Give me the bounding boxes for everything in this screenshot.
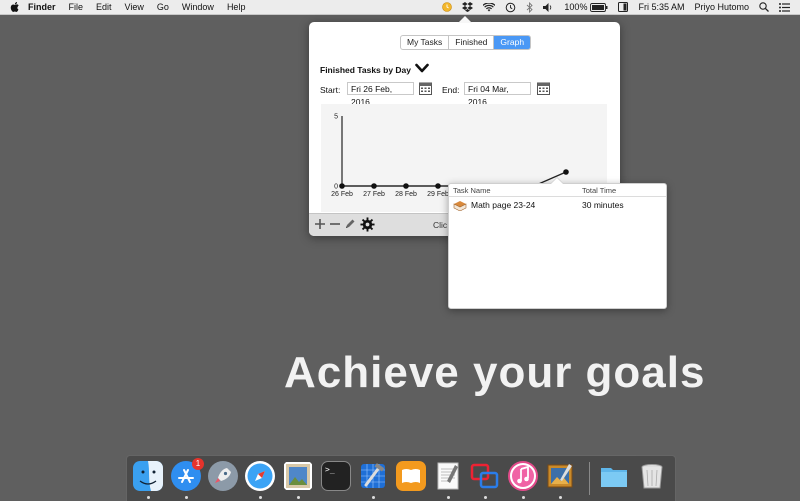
bluetooth-icon[interactable] xyxy=(526,1,534,13)
remove-task-icon[interactable] xyxy=(329,218,341,230)
task-timer-status-icon[interactable] xyxy=(442,2,453,12)
dock-running-dot xyxy=(522,496,525,499)
dropbox-icon[interactable] xyxy=(462,2,474,12)
edit-pencil-icon[interactable] xyxy=(344,218,356,230)
data-point xyxy=(371,183,377,189)
menu-app-name[interactable]: Finder xyxy=(28,2,56,12)
itunes-icon[interactable] xyxy=(508,461,538,491)
x-tick-label: 27 Feb xyxy=(363,191,385,198)
menu-user-name[interactable]: Priyo Hutomo xyxy=(694,2,749,12)
start-date-label: Start: xyxy=(320,85,341,95)
menu-clock[interactable]: Fri 5:35 AM xyxy=(638,2,684,12)
dock-running-dot xyxy=(372,496,375,499)
battery-percent: 100% xyxy=(564,2,588,12)
end-date-label: End: xyxy=(442,85,460,95)
textedit-icon[interactable] xyxy=(433,461,463,491)
ibooks-icon[interactable] xyxy=(396,461,426,491)
dock-separator xyxy=(589,462,590,495)
x-tick-label: 28 Feb xyxy=(395,191,417,198)
y-tick-label: 5 xyxy=(334,114,338,121)
app-store-badge: 1 xyxy=(192,458,204,470)
time-machine-icon[interactable] xyxy=(505,2,516,13)
dock-running-dot xyxy=(559,496,562,499)
book-task-icon xyxy=(453,201,467,211)
settings-gear-icon[interactable] xyxy=(360,217,375,232)
data-point xyxy=(339,183,345,189)
apple-menu-icon[interactable] xyxy=(10,2,20,12)
popover-arrow xyxy=(458,16,472,23)
folder-icon[interactable] xyxy=(599,461,629,491)
x-tick-label: 26 Feb xyxy=(331,191,353,198)
menu-bar: Finder File Edit View Go Window Help 100… xyxy=(0,0,800,15)
remote-desktop-icon[interactable] xyxy=(470,461,500,491)
y-tick-label: 0 xyxy=(334,184,338,191)
dock-running-dot xyxy=(259,496,262,499)
finder-icon[interactable] xyxy=(133,461,163,491)
dock-running-dot xyxy=(447,496,450,499)
chevron-down-icon[interactable] xyxy=(415,62,429,74)
menu-edit[interactable]: Edit xyxy=(96,2,112,12)
dock-running-dot xyxy=(185,496,188,499)
start-date-field[interactable]: Fri 26 Feb, 2016 xyxy=(347,82,414,107)
tab-my-tasks[interactable]: My Tasks xyxy=(401,36,450,49)
notification-center-icon[interactable] xyxy=(779,2,790,12)
chart-type-title[interactable]: Finished Tasks by Day xyxy=(320,65,411,75)
end-calendar-icon[interactable] xyxy=(537,82,550,95)
terminal-prompt: >_ xyxy=(325,465,335,474)
day-detail-tooltip: Task Name Total Time Math page 23-24 30 … xyxy=(448,177,667,309)
tab-graph[interactable]: Graph xyxy=(494,36,531,49)
data-point xyxy=(563,169,569,175)
art-app-icon[interactable] xyxy=(545,461,575,491)
table-row[interactable]: Math page 23-24 30 minutes xyxy=(449,198,666,212)
column-task-name: Task Name xyxy=(453,186,491,195)
menu-window[interactable]: Window xyxy=(182,2,214,12)
dock: 1 >_ xyxy=(126,455,676,501)
start-calendar-icon[interactable] xyxy=(419,82,432,95)
dock-running-dot xyxy=(484,496,487,499)
view-segmented-control: My Tasks Finished Graph xyxy=(400,35,532,50)
column-total-time: Total Time xyxy=(582,186,617,195)
trash-icon[interactable] xyxy=(637,461,667,491)
menu-go[interactable]: Go xyxy=(157,2,169,12)
launchpad-rocket-icon[interactable] xyxy=(208,461,238,491)
total-time-cell: 30 minutes xyxy=(582,200,624,210)
menu-view[interactable]: View xyxy=(125,2,144,12)
end-date-field[interactable]: Fri 04 Mar, 2016 xyxy=(464,82,531,107)
battery-icon xyxy=(590,2,608,12)
dock-running-dot xyxy=(147,496,150,499)
display-icon[interactable] xyxy=(618,2,629,12)
battery-status[interactable]: 100% xyxy=(564,2,608,12)
preview-photos-icon[interactable] xyxy=(283,461,313,491)
tab-finished[interactable]: Finished xyxy=(449,36,495,49)
x-tick-label: 29 Feb xyxy=(427,191,449,198)
xcode-icon[interactable] xyxy=(358,461,388,491)
dock-running-dot xyxy=(297,496,300,499)
tooltip-table-header: Task Name Total Time xyxy=(449,184,666,197)
terminal-icon[interactable]: >_ xyxy=(321,461,351,491)
volume-icon[interactable] xyxy=(543,2,554,12)
toolbar-hint-text: Clic xyxy=(433,220,448,230)
menu-help[interactable]: Help xyxy=(227,2,246,12)
data-point xyxy=(435,183,441,189)
marketing-tagline: Achieve your goals xyxy=(284,348,706,397)
task-name-cell: Math page 23-24 xyxy=(471,200,536,210)
wifi-icon[interactable] xyxy=(483,2,496,12)
menu-file[interactable]: File xyxy=(69,2,84,12)
spotlight-search-icon[interactable] xyxy=(759,2,769,12)
add-task-icon[interactable] xyxy=(314,218,326,230)
safari-compass-icon[interactable] xyxy=(245,461,275,491)
data-point xyxy=(403,183,409,189)
